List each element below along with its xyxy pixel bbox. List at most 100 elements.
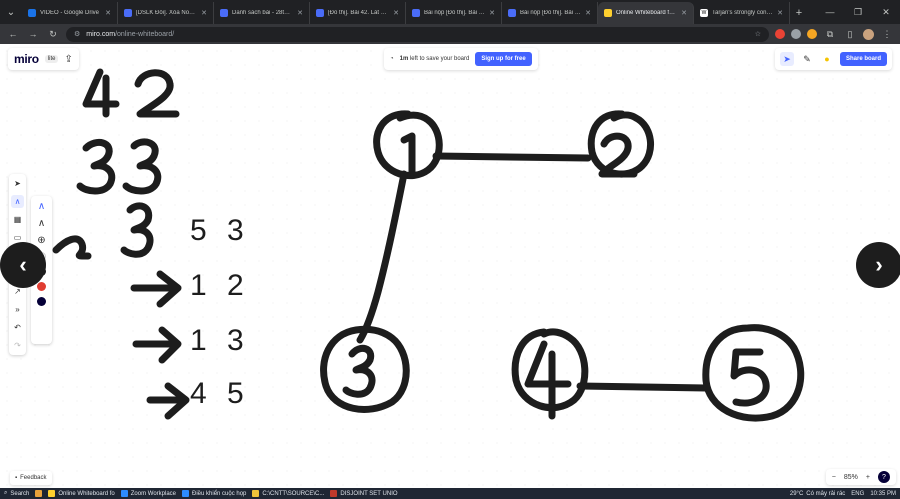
taskbar-app[interactable]: Điều khiển cuộc họp: [182, 490, 246, 497]
tab-4[interactable]: Bài nộp [Đồ thị]. Bài 13. Đ ✕: [406, 2, 502, 24]
clock[interactable]: 10:35 PM: [870, 491, 896, 497]
taskbar-app[interactable]: C:\CNTT\SOURCE\C...: [252, 490, 324, 497]
minimize-icon[interactable]: —: [816, 0, 844, 24]
close-window-icon[interactable]: ✕: [872, 0, 900, 24]
close-icon[interactable]: ✕: [681, 9, 687, 17]
zoom-level[interactable]: 85%: [844, 474, 858, 481]
zoom-in-button[interactable]: +: [866, 474, 870, 481]
search-label: Search: [10, 490, 30, 497]
site-info-icon[interactable]: ⚙: [74, 30, 80, 38]
feedback-button[interactable]: ▪ Feedback: [10, 471, 52, 485]
miro-icon: [604, 9, 612, 17]
color-red-swatch[interactable]: [37, 282, 46, 291]
lite-badge: lite: [44, 55, 59, 63]
share-board-button[interactable]: Share board: [839, 52, 887, 66]
help-button[interactable]: ?: [878, 471, 890, 483]
typed-line[interactable]: 4 5: [190, 377, 250, 411]
pen-icon[interactable]: ∧: [38, 201, 45, 212]
extension-icon[interactable]: [775, 29, 785, 39]
weather-widget[interactable]: 29°C Có mây rải rác: [790, 491, 845, 497]
miro-board-canvas[interactable]: 5 3 1 2 1 3 4 5 miro lite ⇪ ◔ 1m left to…: [0, 44, 900, 499]
next-arrow-button[interactable]: ›: [856, 242, 900, 288]
miro-logo[interactable]: miro: [14, 52, 39, 66]
reload-icon[interactable]: ↻: [46, 29, 60, 40]
bookmark-star-icon[interactable]: ☆: [755, 30, 761, 38]
address-bar-row: ← → ↻ ⚙ miro.com/online-whiteboard/ ☆ ⧉ …: [0, 24, 900, 44]
url-field[interactable]: ⚙ miro.com/online-whiteboard/ ☆: [66, 26, 769, 42]
pen-icon[interactable]: ✎: [800, 52, 814, 66]
tab-3[interactable]: [Đồ thị]. Bài 42. Lát đường ✕: [310, 2, 406, 24]
language-indicator[interactable]: ENG: [851, 491, 864, 497]
export-icon[interactable]: ⇪: [64, 54, 72, 65]
weather-text: Có mây rải rác: [806, 490, 846, 497]
tab-title: Bài nộp [Đồ thị]. Bài 21. Đ: [520, 10, 582, 16]
zoom-icon: [120, 490, 128, 497]
tab-title: Bài nộp [Đồ thị]. Bài 13. Đ: [424, 10, 486, 16]
tab-7[interactable]: W Tarjan's strongly connecte ✕: [694, 2, 790, 24]
close-icon[interactable]: ✕: [297, 9, 303, 17]
save-reminder: ◔ 1m left to save your board Sign up for…: [384, 48, 538, 70]
sidepanel-icon[interactable]: ▯: [843, 29, 857, 40]
close-icon[interactable]: ✕: [105, 9, 111, 17]
pdf-icon: [330, 490, 338, 497]
tab-search-button[interactable]: ⌄: [0, 0, 22, 24]
close-icon[interactable]: ✕: [585, 9, 591, 17]
redo-icon[interactable]: ↷: [11, 339, 24, 352]
typed-line[interactable]: 1 2: [190, 269, 250, 303]
folder-icon: [252, 490, 260, 497]
tab-title: Online Whiteboard for Re: [616, 10, 678, 16]
search-box[interactable]: ⌕ Search: [4, 490, 29, 497]
back-icon[interactable]: ←: [6, 29, 20, 39]
extensions-puzzle-icon[interactable]: ⧉: [823, 29, 837, 40]
save-time: 1m: [399, 56, 409, 62]
search-icon: ⌕: [4, 490, 8, 496]
taskbar-app[interactable]: Online Whiteboard fo: [48, 490, 115, 497]
close-icon[interactable]: ✕: [777, 9, 783, 17]
close-icon[interactable]: ✕: [489, 9, 495, 17]
typed-line[interactable]: 5 3: [190, 214, 250, 248]
new-tab-button[interactable]: +: [790, 2, 808, 24]
close-icon[interactable]: ✕: [393, 9, 399, 17]
pen-tool-icon[interactable]: ∧: [11, 195, 24, 208]
clock-icon: ◔: [390, 56, 394, 62]
taskbar-app[interactable]: Zoom Workplace: [120, 490, 176, 497]
extension-icon[interactable]: [791, 29, 801, 39]
undo-icon[interactable]: ↶: [11, 321, 24, 334]
tab-title: Danh sách bài - 28tech O: [232, 10, 294, 16]
site-icon: [508, 9, 516, 17]
app-icon[interactable]: [35, 490, 43, 497]
close-icon[interactable]: ✕: [201, 9, 207, 17]
tab-1[interactable]: [DSLK Đôi]. Xóa Node Giữ ✕: [118, 2, 214, 24]
tab-0[interactable]: VIDEO - Google Drive ✕: [22, 2, 118, 24]
weather-temp: 29°C: [789, 490, 804, 497]
reactions-icon[interactable]: ●: [820, 52, 834, 66]
zoom-out-button[interactable]: −: [832, 474, 836, 481]
url-host: miro.com: [86, 30, 116, 38]
tab-title: [Đồ thị]. Bài 42. Lát đường: [328, 10, 389, 16]
more-icon[interactable]: »: [11, 303, 24, 316]
extension-icon[interactable]: [807, 29, 817, 39]
maximize-icon[interactable]: ❐: [844, 0, 872, 24]
signup-button[interactable]: Sign up for free: [475, 52, 532, 66]
highlighter-icon[interactable]: ⊕: [37, 235, 45, 246]
cursor-icon[interactable]: ➤: [779, 52, 794, 66]
tab-title: Tarjan's strongly connecte: [712, 10, 774, 16]
marker-icon[interactable]: ∧: [38, 218, 45, 229]
tab-title: [DSLK Đôi]. Xóa Node Giữ: [136, 10, 197, 16]
select-icon[interactable]: ➤: [11, 177, 24, 190]
tab-2[interactable]: Danh sách bài - 28tech O ✕: [214, 2, 310, 24]
feedback-label: Feedback: [20, 475, 47, 481]
previous-arrow-button[interactable]: ‹: [0, 242, 46, 288]
site-icon: [316, 9, 324, 17]
tab-5[interactable]: Bài nộp [Đồ thị]. Bài 21. Đ ✕: [502, 2, 598, 24]
chat-icon: ▪: [15, 475, 18, 481]
typed-line[interactable]: 1 3: [190, 324, 250, 358]
tab-6-active[interactable]: Online Whiteboard for Re ✕: [598, 2, 694, 24]
color-navy-swatch[interactable]: [37, 297, 46, 306]
taskbar-app[interactable]: DISJOINT SET UNIO: [330, 490, 398, 497]
collaboration-toolbar: ➤ ✎ ● Share board: [774, 48, 892, 70]
forward-icon[interactable]: →: [26, 29, 40, 39]
profile-avatar[interactable]: [863, 28, 874, 40]
template-icon[interactable]: ▦: [11, 213, 24, 226]
menu-kebab-icon[interactable]: ⋮: [880, 29, 894, 40]
